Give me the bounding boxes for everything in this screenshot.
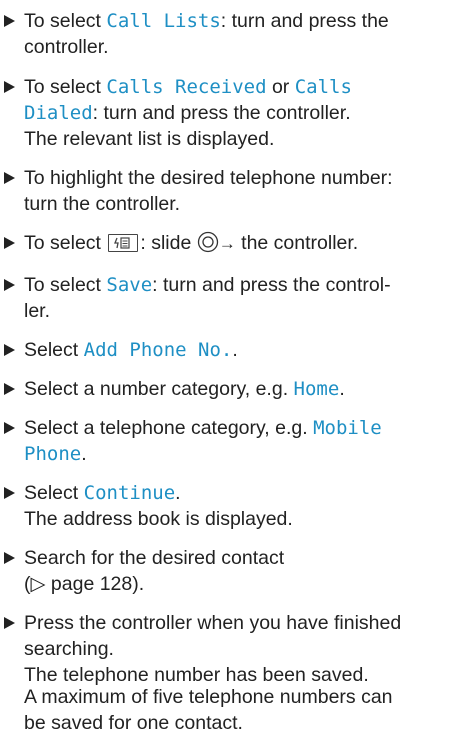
step-text: Select <box>24 339 84 361</box>
step-text: : turn and press the <box>220 10 389 32</box>
step-press-controller: Press the controller when you have finis… <box>4 610 459 688</box>
bullet-icon <box>4 422 15 434</box>
step-select-call-lists: To select Call Lists: turn and press the… <box>4 8 459 60</box>
bullet-icon <box>4 487 15 499</box>
step-text: Search for the desired contact <box>24 547 285 569</box>
step-text: . <box>232 339 238 361</box>
step-select-options: To select : slide → the controller. <box>4 230 459 257</box>
page-reference-link[interactable]: (▷ page 128). <box>24 571 459 597</box>
step-select-save: To select Save: turn and press the contr… <box>4 272 459 324</box>
menu-item-save: Save <box>106 274 153 296</box>
note-text: A maximum of five telephone numbers can <box>24 686 393 708</box>
step-result: The relevant list is displayed. <box>24 128 275 150</box>
menu-item-mobile-phone: Phone <box>24 443 82 465</box>
step-text: the controller. <box>235 232 359 254</box>
step-text: To select <box>24 232 107 254</box>
bullet-icon <box>4 279 15 291</box>
step-text: To select <box>24 10 107 32</box>
step-text: : turn and press the control- <box>152 274 391 296</box>
step-text: : turn and press the controller. <box>92 102 351 124</box>
step-text: turn the controller. <box>24 193 181 215</box>
step-search-contact: Search for the desired contact (▷ page 1… <box>4 545 459 597</box>
step-text: . <box>175 482 181 504</box>
step-text: . <box>339 378 345 400</box>
step-text: controller. <box>24 36 109 58</box>
bullet-icon <box>4 237 15 249</box>
step-text: Press the controller when you have finis… <box>24 612 402 634</box>
step-text: : slide <box>140 232 197 254</box>
options-button-icon <box>108 234 139 252</box>
menu-item-calls-dialed: Dialed <box>24 102 93 124</box>
step-text: . <box>81 443 87 465</box>
menu-item-calls-dialed: Calls <box>294 76 352 98</box>
menu-item-continue: Continue <box>83 482 176 504</box>
note-text: be saved for one contact. <box>24 712 243 734</box>
step-text: ler. <box>24 300 51 322</box>
bullet-icon <box>4 383 15 395</box>
controller-icon <box>197 231 218 253</box>
bullet-icon <box>4 172 15 184</box>
menu-item-add-phone-no: Add Phone No. <box>83 339 233 361</box>
step-text: Select a number category, e.g. <box>24 378 294 400</box>
bullet-icon <box>4 344 15 356</box>
slide-arrow-icon: → <box>218 234 236 253</box>
bullet-icon <box>4 552 15 564</box>
bullet-icon <box>4 81 15 93</box>
step-select-calls-received: To select Calls Received or Calls Dialed… <box>4 74 459 152</box>
step-select-telephone-category: Select a telephone category, e.g. Mobile… <box>4 415 459 467</box>
step-text: To select <box>24 274 107 296</box>
step-highlight-number: To highlight the desired telephone numbe… <box>4 165 459 217</box>
step-text: To highlight the desired telephone numbe… <box>24 167 393 189</box>
bullet-icon <box>4 15 15 27</box>
menu-item-home: Home <box>293 378 340 400</box>
step-text: or <box>266 76 295 98</box>
step-text: To select <box>24 76 107 98</box>
menu-item-call-lists: Call Lists <box>106 10 221 32</box>
step-result: The address book is displayed. <box>24 508 293 530</box>
menu-item-mobile-phone: Mobile <box>313 417 382 439</box>
step-select-add-phone: Select Add Phone No.. <box>4 337 459 363</box>
menu-item-calls-received: Calls Received <box>106 76 267 98</box>
bullet-icon <box>4 617 15 629</box>
step-select-continue: Select Continue. The address book is dis… <box>4 480 459 532</box>
step-text: Select <box>24 482 84 504</box>
info-note: A maximum of five telephone numbers can … <box>24 684 393 736</box>
step-text: searching. <box>24 638 114 660</box>
step-select-number-category: Select a number category, e.g. Home. <box>4 376 459 402</box>
step-text: Select a telephone category, e.g. <box>24 417 314 439</box>
instruction-page: To select Call Lists: turn and press the… <box>0 0 463 736</box>
